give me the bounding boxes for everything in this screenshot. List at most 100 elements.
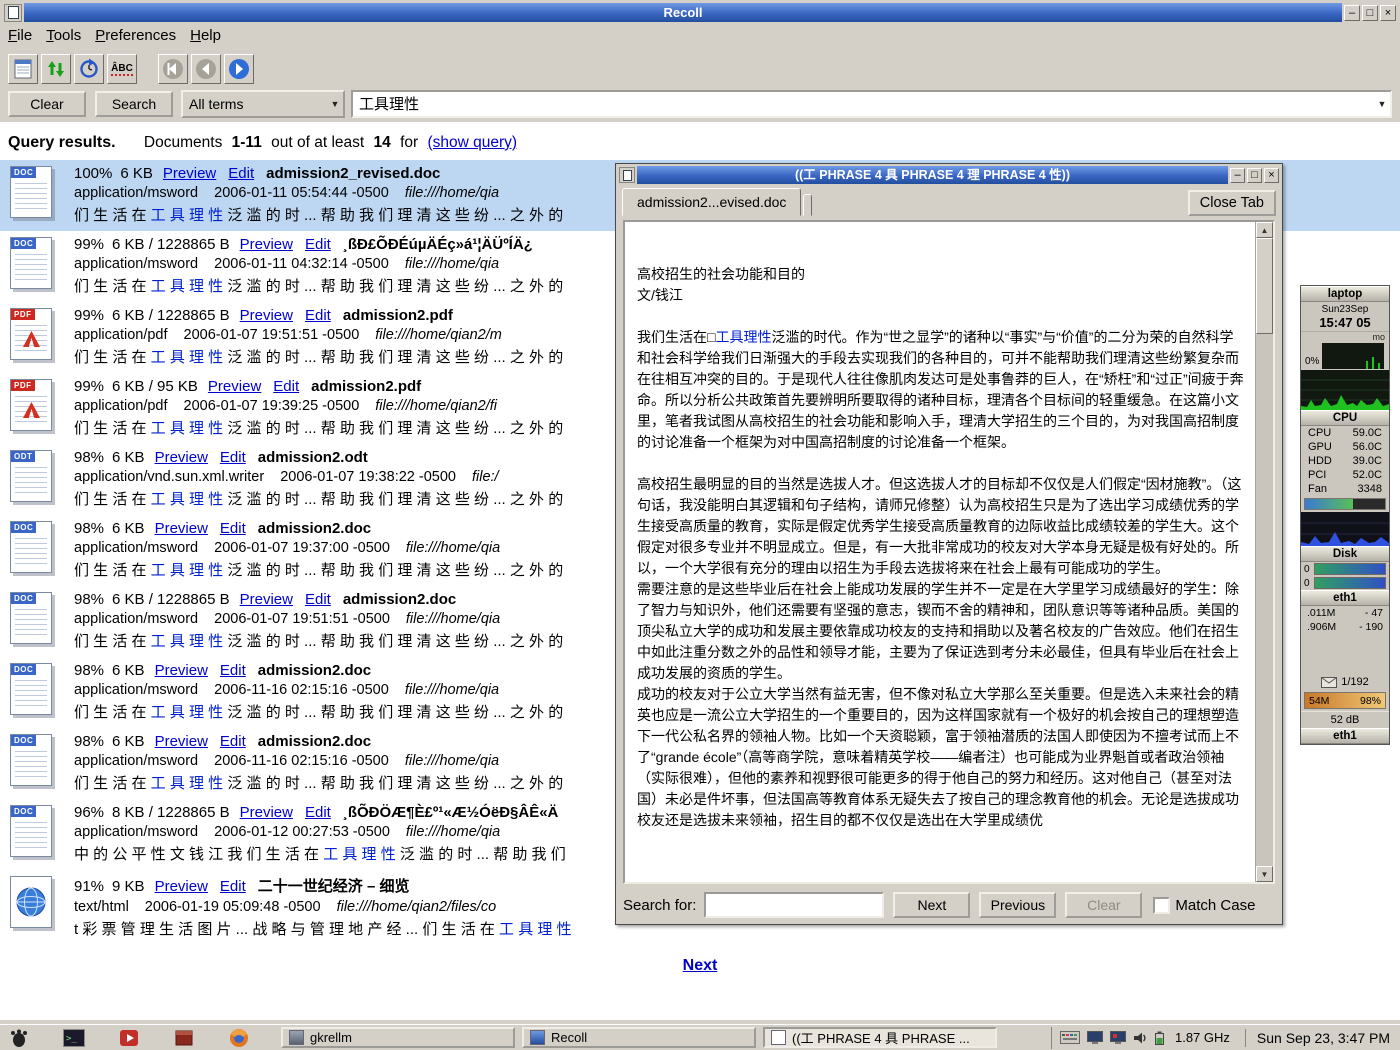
document-table-icon[interactable] [8, 54, 38, 84]
scroll-up-icon[interactable]: ▲ [1256, 222, 1273, 238]
close-tab-button[interactable]: Close Tab [1188, 190, 1276, 216]
query-input[interactable]: 工具理性 ▼ [351, 90, 1392, 118]
preview-tab[interactable]: admission2...evised.doc [622, 188, 801, 216]
file-name: admission2.doc [258, 733, 371, 750]
history-icon[interactable] [74, 54, 104, 84]
highlighted-term: 工 具 理 性 [323, 846, 396, 863]
task-button-gk[interactable]: gkrellm [281, 1027, 515, 1048]
package-icon[interactable] [171, 1027, 197, 1049]
file-name: admission2.odt [258, 449, 368, 466]
mime-type: application/msword [74, 540, 198, 556]
preview-paragraph: 成功的校友对于公立大学当然有益无害，但不像对私立大学那么至关重要。但是选入未来社… [637, 684, 1244, 831]
preview-link[interactable]: Preview [155, 520, 208, 537]
edit-link[interactable]: Edit [220, 449, 246, 466]
footprint-icon[interactable] [6, 1027, 32, 1049]
minimize-button[interactable]: – [1230, 168, 1245, 183]
doc-file-icon: DOC [10, 663, 52, 715]
gkrellm-sensors: CPU59.0CGPU56.0CHDD39.0CPCI52.0CFan3348 [1301, 426, 1389, 496]
find-next-button[interactable]: Next [893, 892, 970, 918]
scroll-down-icon[interactable]: ▼ [1256, 866, 1273, 882]
checkbox-icon[interactable] [1153, 897, 1170, 914]
gkrellm-disk-header: Disk [1301, 546, 1389, 562]
maximize-button[interactable]: □ [1247, 168, 1262, 183]
preview-link[interactable]: Preview [155, 662, 208, 679]
menu-tools[interactable]: Tools [46, 27, 81, 47]
browser-icon[interactable] [226, 1027, 252, 1049]
net-rate-right: - 47 [1365, 607, 1383, 619]
file-name: admission2.doc [343, 591, 456, 608]
next-page-icon[interactable] [224, 54, 254, 84]
gkrellm-net-rows: .011M- 47.906M- 190 [1301, 606, 1389, 634]
preview-link[interactable]: Preview [240, 591, 293, 608]
highlighted-term: 工 具 理 性 [151, 491, 224, 508]
file-date: 2006-01-07 19:51:51 -0500 [214, 611, 390, 627]
display-icon[interactable] [1087, 1031, 1103, 1044]
preview-titlebar[interactable]: ((工 PHRASE 4 具 PHRASE 4 理 PHRASE 4 性)) –… [619, 166, 1279, 184]
highlighted-term: 工 具 理 性 [151, 704, 224, 721]
menu-help[interactable]: Help [190, 27, 221, 47]
spellcheck-icon[interactable]: ÂBC [107, 54, 137, 84]
first-page-icon[interactable] [158, 54, 188, 84]
keyboard-icon[interactable] [1060, 1031, 1080, 1044]
preview-link[interactable]: Preview [155, 449, 208, 466]
preview-link[interactable]: Preview [240, 307, 293, 324]
preview-text-area[interactable]: 高校招生的社会功能和目的文/钱江我们生活在□工具理性泛滥的时代。作为“世之显学”… [623, 220, 1275, 884]
file-date: 2006-11-16 02:15:16 -0500 [214, 682, 389, 698]
display-alert-icon[interactable] [1110, 1031, 1126, 1044]
disk-meter-row: 0 [1301, 576, 1389, 590]
edit-link[interactable]: Edit [220, 733, 246, 750]
find-input[interactable] [704, 892, 884, 918]
search-mode-select[interactable]: All terms ▼ [181, 90, 345, 118]
edit-link[interactable]: Edit [220, 662, 246, 679]
preview-link[interactable]: Preview [155, 733, 208, 750]
find-previous-button[interactable]: Previous [979, 892, 1056, 918]
edit-link[interactable]: Edit [273, 378, 299, 395]
volume-icon[interactable] [1133, 1031, 1148, 1045]
html-file-icon [10, 876, 52, 928]
clear-button[interactable]: Clear [8, 91, 86, 117]
sensor-value: 39.0C [1353, 455, 1382, 467]
edit-link[interactable]: Edit [305, 804, 331, 821]
chevron-down-icon[interactable]: ▼ [1374, 99, 1390, 109]
titlebar[interactable]: Recoll – □ × [4, 3, 1396, 22]
close-button[interactable]: × [1264, 168, 1279, 183]
sort-arrows-icon[interactable] [41, 54, 71, 84]
search-button[interactable]: Search [95, 91, 173, 117]
edit-link[interactable]: Edit [305, 236, 331, 253]
menu-file[interactable]: File [8, 27, 32, 47]
preview-scrollbar[interactable]: ▲ ▼ [1255, 222, 1273, 882]
file-url: file:///home/qia [406, 540, 500, 556]
preview-link[interactable]: Preview [240, 236, 293, 253]
window-menu-icon[interactable] [4, 4, 22, 22]
scrollbar-thumb[interactable] [1256, 238, 1273, 334]
maximize-button[interactable]: □ [1362, 5, 1378, 21]
media-player-icon[interactable] [116, 1027, 142, 1049]
gkrellm-monitor[interactable]: laptop Sun23Sep 15:47 05 mo 0% CPU CPU59… [1300, 285, 1390, 745]
minimize-button[interactable]: – [1344, 5, 1360, 21]
previous-page-icon[interactable] [191, 54, 221, 84]
task-button-rc[interactable]: Recoll [522, 1027, 756, 1048]
close-button[interactable]: × [1380, 5, 1396, 21]
preview-link[interactable]: Preview [240, 804, 293, 821]
battery-icon[interactable] [1155, 1031, 1164, 1045]
gkrellm-mini-label: mo [1372, 332, 1385, 342]
next-page-link[interactable]: Next [683, 957, 718, 974]
edit-link[interactable]: Edit [220, 520, 246, 537]
match-case-checkbox[interactable]: Match Case [1153, 897, 1255, 914]
net-chart [1301, 512, 1389, 546]
edit-link[interactable]: Edit [305, 591, 331, 608]
relevance-percent: 98% [74, 591, 104, 608]
highlighted-term: 工 具 理 性 [499, 921, 572, 938]
taskbar-clock: Sun Sep 23, 3:47 PM [1257, 1030, 1390, 1046]
show-query-link[interactable]: (show query) [427, 134, 517, 151]
task-button-dc[interactable]: ((工 PHRASE 4 具 PHRASE ... [763, 1027, 997, 1048]
window-menu-icon[interactable] [619, 167, 635, 183]
preview-link[interactable]: Preview [163, 165, 216, 182]
terminal-icon[interactable]: >_ [61, 1027, 87, 1049]
edit-link[interactable]: Edit [220, 878, 246, 895]
edit-link[interactable]: Edit [228, 165, 254, 182]
preview-link[interactable]: Preview [208, 378, 261, 395]
edit-link[interactable]: Edit [305, 307, 331, 324]
menu-preferences[interactable]: Preferences [95, 27, 176, 47]
preview-link[interactable]: Preview [155, 878, 208, 895]
